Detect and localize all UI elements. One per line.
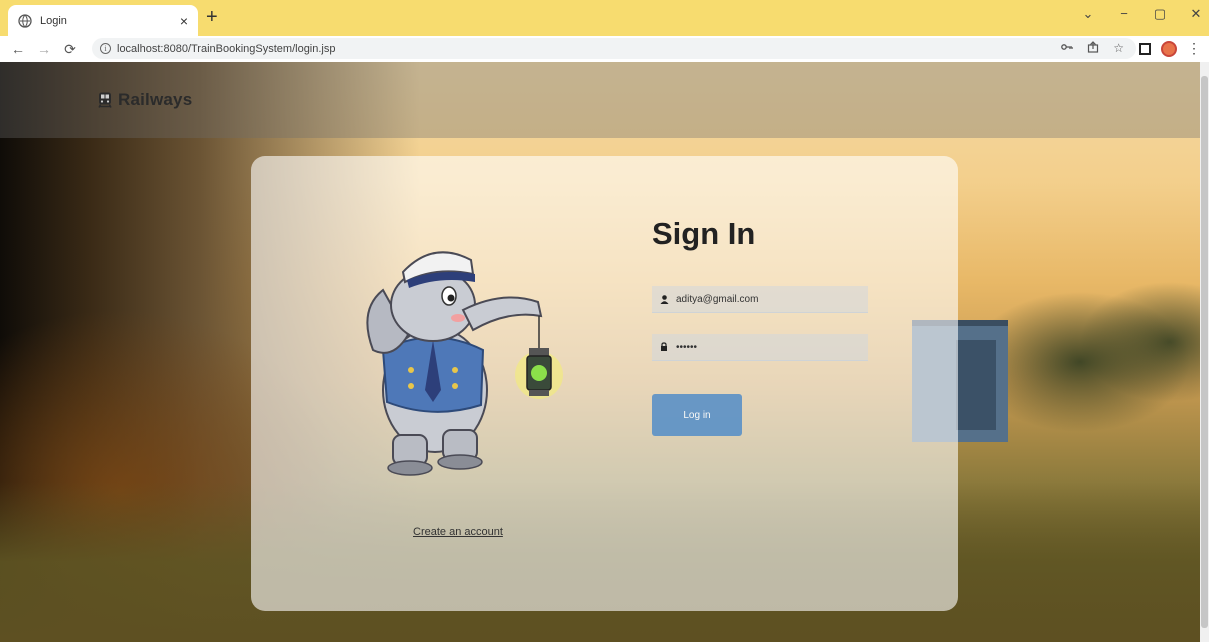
login-page: Railways Create an account Sign In adity… — [0, 62, 1200, 642]
new-tab-button[interactable]: + — [206, 7, 218, 27]
browser-toolbar: ← → ⟳ i localhost:8080/TrainBookingSyste… — [0, 36, 1209, 62]
email-field[interactable] — [652, 286, 868, 313]
user-icon — [652, 294, 676, 304]
email-input[interactable] — [676, 293, 856, 305]
train-icon — [96, 91, 114, 109]
page-header: Railways — [0, 62, 1200, 138]
close-tab-icon[interactable]: × — [180, 13, 188, 29]
login-button[interactable]: Log in — [652, 394, 742, 436]
window-controls: ⌄ − ▢ ✕ — [1081, 6, 1203, 22]
tab-search-icon[interactable]: ⌄ — [1081, 6, 1095, 22]
password-input[interactable] — [676, 341, 856, 353]
globe-icon — [18, 13, 32, 28]
page-title: Sign In — [652, 216, 756, 251]
close-window-button[interactable]: ✕ — [1189, 6, 1203, 22]
minimize-button[interactable]: − — [1117, 6, 1131, 22]
reload-icon[interactable]: ⟳ — [62, 41, 78, 58]
back-icon[interactable]: ← — [10, 41, 26, 57]
login-card: Create an account Sign In Log in — [251, 156, 958, 611]
extension-icon[interactable] — [1139, 42, 1151, 55]
key-icon[interactable] — [1061, 41, 1073, 56]
address-bar[interactable]: i localhost:8080/TrainBookingSystem/logi… — [92, 38, 1136, 59]
tab-strip: Login × + ⌄ − ▢ ✕ — [0, 0, 1209, 36]
page-scrollbar[interactable] — [1200, 62, 1209, 642]
password-field[interactable] — [652, 334, 868, 361]
star-icon[interactable]: ☆ — [1113, 41, 1124, 56]
lock-icon — [652, 342, 676, 352]
tab-login[interactable]: Login × — [8, 5, 198, 36]
brand-name: Railways — [118, 90, 193, 109]
brand-logo[interactable]: Railways — [96, 90, 192, 110]
profile-avatar[interactable] — [1161, 40, 1177, 57]
forward-icon[interactable]: → — [36, 41, 52, 57]
url-text[interactable]: localhost:8080/TrainBookingSystem/login.… — [117, 43, 336, 55]
share-icon[interactable] — [1087, 41, 1099, 56]
menu-icon[interactable]: ⋮ — [1187, 40, 1201, 57]
maximize-button[interactable]: ▢ — [1153, 6, 1167, 22]
tab-title: Login — [40, 14, 67, 27]
elephant-mascot-illustration — [366, 251, 563, 476]
site-info-icon[interactable]: i — [100, 43, 111, 54]
create-account-link[interactable]: Create an account — [413, 526, 503, 538]
scrollbar-thumb[interactable] — [1201, 76, 1208, 628]
